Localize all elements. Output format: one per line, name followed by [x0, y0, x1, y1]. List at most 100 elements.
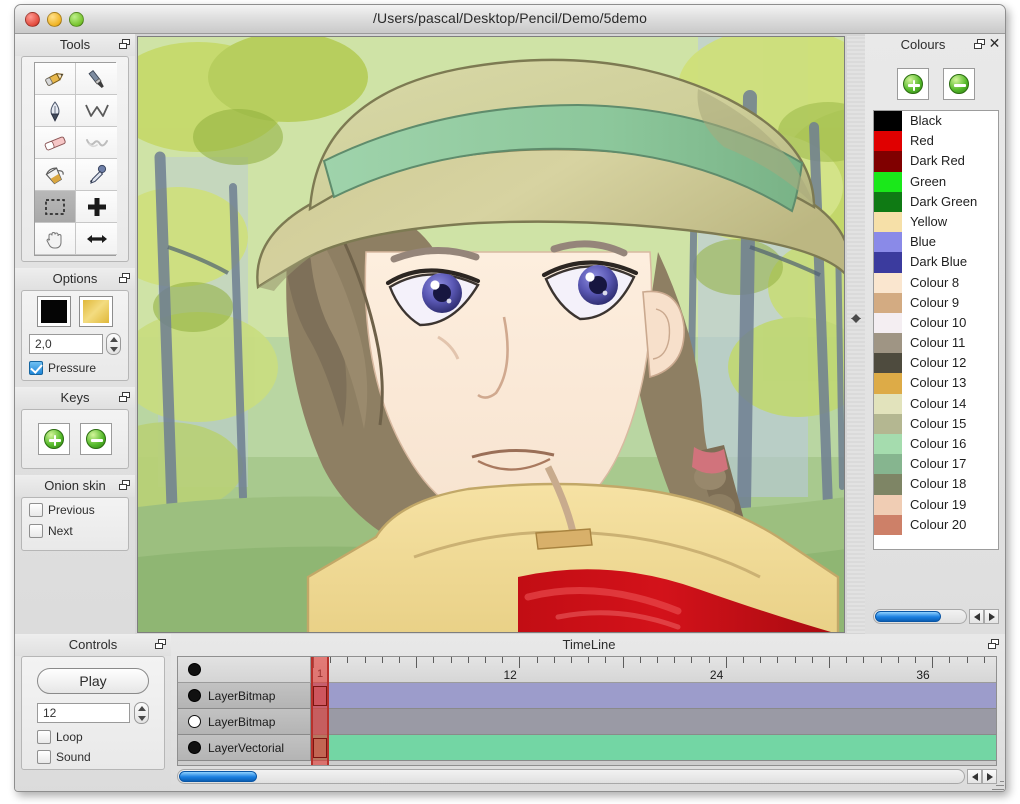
layer-label[interactable]: LayerBitmap	[178, 709, 311, 734]
colour-row[interactable]: Colour 9	[874, 292, 998, 313]
colour-chip[interactable]	[874, 252, 902, 273]
drawing-canvas[interactable]	[137, 36, 845, 633]
layer-visible-icon[interactable]	[188, 741, 201, 754]
tool-move[interactable]	[76, 191, 117, 223]
stepper-down-icon[interactable]	[137, 715, 146, 721]
colour-row[interactable]: Dark Red	[874, 151, 998, 172]
colour-chip[interactable]	[874, 474, 902, 495]
tool-eraser[interactable]	[35, 127, 76, 159]
layer-visible-icon[interactable]	[188, 689, 201, 702]
stepper-up-icon[interactable]	[109, 336, 118, 342]
colour-chip[interactable]	[874, 393, 902, 414]
colour-chip[interactable]	[874, 454, 902, 475]
colour-row[interactable]: Colour 8	[874, 272, 998, 293]
colour-row[interactable]: Dark Blue	[874, 252, 998, 273]
colour-row[interactable]: Red	[874, 131, 998, 152]
colour-row[interactable]: Green	[874, 171, 998, 192]
scroll-left-arrow-icon[interactable]	[969, 609, 984, 624]
undock-icon[interactable]	[119, 392, 130, 403]
colour-row[interactable]: Yellow	[874, 211, 998, 233]
timeline-body[interactable]: 1122436 LayerBitmapLayerBitmapLayerVecto…	[177, 656, 997, 766]
colour-chip[interactable]	[874, 434, 902, 455]
colour-chip[interactable]	[874, 333, 902, 354]
layer-label[interactable]: LayerBitmap	[178, 683, 311, 708]
stepper-up-icon[interactable]	[137, 705, 146, 711]
colour-row[interactable]: Colour 14	[874, 393, 998, 414]
scrollbar-thumb[interactable]	[875, 611, 941, 622]
tool-smudge[interactable]	[76, 127, 117, 159]
undock-icon[interactable]	[119, 39, 130, 50]
play-button[interactable]: Play	[37, 668, 149, 694]
layer-track[interactable]	[311, 735, 996, 760]
splitter-grip-icon[interactable]	[851, 314, 861, 323]
tool-pencil[interactable]	[35, 63, 76, 95]
colour-chip[interactable]	[874, 151, 902, 172]
tool-eyedropper[interactable]	[76, 159, 117, 191]
colour-row[interactable]: Colour 13	[874, 373, 998, 394]
sound-checkbox[interactable]	[37, 750, 51, 764]
keyframe-marker[interactable]	[313, 738, 327, 758]
keyframe-marker[interactable]	[313, 686, 327, 706]
colour-chip[interactable]	[874, 111, 902, 132]
colour-chip[interactable]	[874, 171, 902, 192]
sound-checkbox-row[interactable]: Sound	[27, 750, 159, 764]
colour-chip[interactable]	[874, 494, 902, 515]
undock-icon[interactable]	[974, 39, 985, 50]
colour-row[interactable]: Colour 18	[874, 474, 998, 495]
remove-colour-button[interactable]	[943, 68, 975, 100]
onion-next-checkbox[interactable]	[29, 524, 43, 538]
layer-track[interactable]	[311, 683, 996, 708]
colour-row[interactable]: Colour 10	[874, 312, 998, 334]
colour-row[interactable]: Colour 11	[874, 333, 998, 354]
onion-next-row[interactable]: Next	[27, 524, 123, 538]
layer-track[interactable]	[311, 709, 996, 734]
colour-row[interactable]: Blue	[874, 232, 998, 253]
tool-select[interactable]	[35, 191, 76, 223]
undock-icon[interactable]	[119, 273, 130, 284]
window-resize-grip[interactable]	[991, 778, 1004, 791]
colour-chip[interactable]	[874, 514, 902, 535]
scrollbar-track[interactable]	[873, 609, 967, 624]
colour-row[interactable]: Colour 15	[874, 413, 998, 434]
tool-pen[interactable]	[35, 95, 76, 127]
fill-colour-button[interactable]	[37, 296, 71, 327]
colour-chip[interactable]	[874, 232, 902, 253]
colour-row[interactable]: Colour 16	[874, 434, 998, 455]
width-input[interactable]: 2,0	[29, 334, 103, 354]
colour-chip[interactable]	[874, 353, 902, 374]
colour-row[interactable]: Black	[874, 111, 998, 132]
colour-row[interactable]: Dark Green	[874, 191, 998, 212]
width-stepper[interactable]	[106, 333, 121, 355]
tool-hand[interactable]	[35, 223, 76, 255]
undock-icon[interactable]	[155, 639, 166, 650]
onion-previous-row[interactable]: Previous	[27, 503, 123, 517]
layer-label[interactable]: LayerVectorial	[178, 735, 311, 760]
fps-stepper[interactable]	[134, 702, 149, 724]
scroll-right-arrow-icon[interactable]	[984, 609, 999, 624]
loop-checkbox[interactable]	[37, 730, 51, 744]
close-icon[interactable]: ✕	[988, 37, 1001, 51]
stepper-down-icon[interactable]	[109, 346, 118, 352]
timeline-horizontal-scrollbar[interactable]	[177, 768, 997, 785]
colour-row[interactable]: Colour 19	[874, 494, 998, 515]
undock-icon[interactable]	[119, 480, 130, 491]
colours-horizontal-scrollbar[interactable]	[873, 608, 999, 625]
add-key-button[interactable]	[38, 423, 70, 455]
tool-bucket[interactable]	[35, 159, 76, 191]
layer-hidden-icon[interactable]	[188, 715, 201, 728]
tool-brush[interactable]	[76, 63, 117, 95]
loop-checkbox-row[interactable]: Loop	[27, 730, 159, 744]
add-colour-button[interactable]	[897, 68, 929, 100]
timeline-layer-row[interactable]: LayerBitmap	[178, 683, 996, 709]
colour-row[interactable]: Colour 12	[874, 353, 998, 374]
tool-resize[interactable]	[76, 223, 117, 255]
tool-polyline[interactable]	[76, 95, 117, 127]
colour-chip[interactable]	[874, 413, 902, 434]
stroke-colour-button[interactable]	[79, 296, 113, 327]
colour-chip[interactable]	[874, 131, 902, 152]
pressure-checkbox[interactable]	[29, 361, 43, 375]
scroll-left-arrow-icon[interactable]	[967, 769, 982, 784]
onion-previous-checkbox[interactable]	[29, 503, 43, 517]
fps-input[interactable]: 12	[37, 703, 130, 723]
remove-key-button[interactable]	[80, 423, 112, 455]
